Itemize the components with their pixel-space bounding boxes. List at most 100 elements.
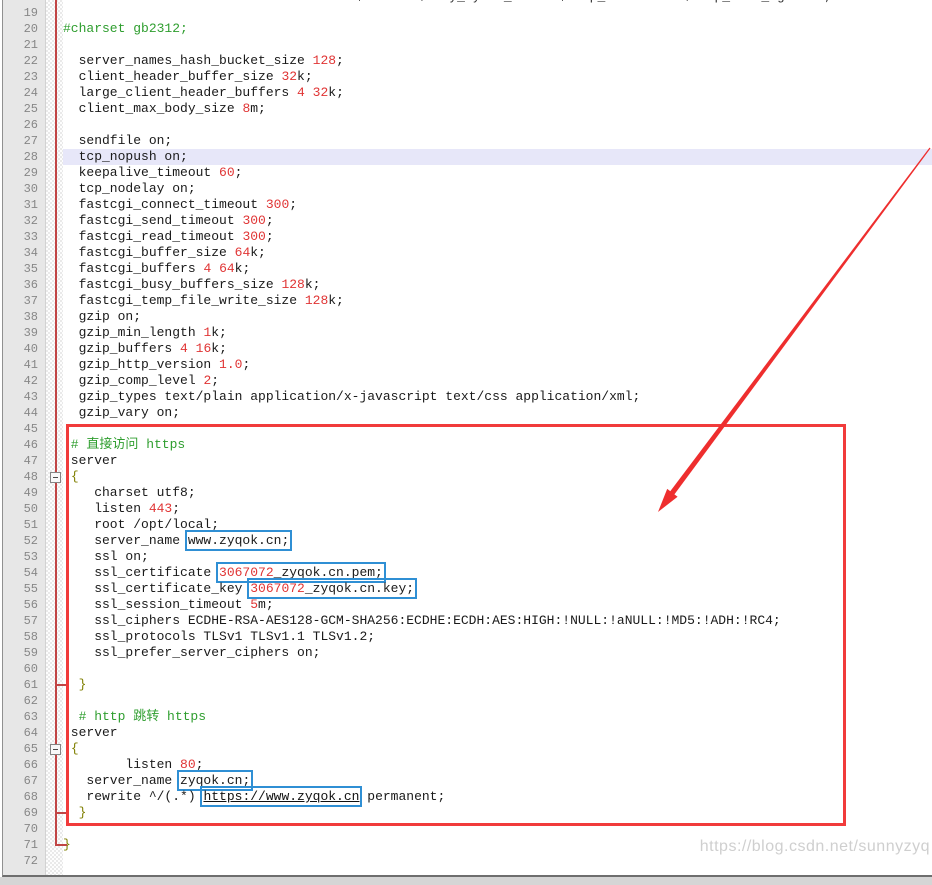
code-line[interactable]: gzip_vary on; — [63, 405, 932, 421]
code-line[interactable]: server_names_hash_bucket_size 128; — [63, 53, 932, 69]
code-row: 56 ssl_session_timeout 5m; — [3, 597, 932, 613]
code-line[interactable] — [63, 821, 932, 837]
line-number: 23 — [3, 69, 46, 85]
line-number: 56 — [3, 597, 46, 613]
annotation-highlight-box: https://www.zyqok.cn — [203, 789, 359, 804]
code-row: 49 charset utf8; — [3, 485, 932, 501]
line-number: 35 — [3, 261, 46, 277]
code-line[interactable]: fastcgi_send_timeout 300; — [63, 213, 932, 229]
line-number: 24 — [3, 85, 46, 101]
line-number: 46 — [3, 437, 46, 453]
code-line[interactable]: server_name www.zyqok.cn; — [63, 533, 932, 549]
code-line[interactable]: gzip_http_version 1.0; — [63, 357, 932, 373]
code-row: 53 ssl on; — [3, 549, 932, 565]
code-line[interactable]: keepalive_timeout 60; — [63, 165, 932, 181]
code-row: 69 } — [3, 805, 932, 821]
code-line[interactable] — [63, 117, 932, 133]
line-number: 65 — [3, 741, 46, 757]
code-line[interactable]: ssl_ciphers ECDHE-RSA-AES128-GCM-SHA256:… — [63, 613, 932, 629]
code-row: 33 fastcgi_read_timeout 300; — [3, 229, 932, 245]
line-number: 71 — [3, 837, 46, 853]
code-line[interactable]: gzip_comp_level 2; — [63, 373, 932, 389]
code-line[interactable]: { — [63, 741, 932, 757]
code-line[interactable]: server — [63, 453, 932, 469]
code-line[interactable]: fastcgi_connect_timeout 300; — [63, 197, 932, 213]
code-row: 22 server_names_hash_bucket_size 128; — [3, 53, 932, 69]
code-line[interactable] — [63, 661, 932, 677]
line-number: 50 — [3, 501, 46, 517]
code-line[interactable]: client_max_body_size 8m; — [63, 101, 932, 117]
code-line[interactable]: server_name zyqok.cn; — [63, 773, 932, 789]
code-line[interactable]: listen 443; — [63, 501, 932, 517]
fold-collapse-box[interactable] — [50, 472, 61, 483]
code-row: 29 keepalive_timeout 60; — [3, 165, 932, 181]
watermark: https://blog.csdn.net/sunnyzyq — [700, 838, 930, 856]
code-line[interactable]: fastcgi_read_timeout 300; — [63, 229, 932, 245]
fold-collapse-box[interactable] — [50, 744, 61, 755]
code-line[interactable]: ssl_certificate 3067072_zyqok.cn.pem; — [63, 565, 932, 581]
code-line[interactable]: charset utf8; — [63, 485, 932, 501]
code-line[interactable]: client_header_buffer_size 32k; — [63, 69, 932, 85]
code-row: 42 gzip_comp_level 2; — [3, 373, 932, 389]
code-line[interactable]: { — [63, 469, 932, 485]
code-line[interactable]: tcp_nopush on; — [63, 149, 932, 165]
code-row: 36 fastcgi_busy_buffers_size 128k; — [3, 277, 932, 293]
code-line[interactable]: gzip_min_length 1k; — [63, 325, 932, 341]
code-row: 65 { — [3, 741, 932, 757]
line-number: 33 — [3, 229, 46, 245]
line-number: 27 — [3, 133, 46, 149]
code-row: 60 — [3, 661, 932, 677]
line-number: 39 — [3, 325, 46, 341]
code-line[interactable]: rewrite ^/(.*) https://www.zyqok.cn perm… — [63, 789, 932, 805]
code-row: 59 ssl_prefer_server_ciphers on; — [3, 645, 932, 661]
code-row: 51 root /opt/local; — [3, 517, 932, 533]
line-number: 22 — [3, 53, 46, 69]
code-row: 54 ssl_certificate 3067072_zyqok.cn.pem; — [3, 565, 932, 581]
code-line[interactable]: fastcgi_temp_file_write_size 128k; — [63, 293, 932, 309]
code-line[interactable]: gzip_buffers 4 16k; — [63, 341, 932, 357]
line-number: 48 — [3, 469, 46, 485]
code-row: 68 rewrite ^/(.*) https://www.zyqok.cn p… — [3, 789, 932, 805]
line-number: 26 — [3, 117, 46, 133]
code-line[interactable]: } — [63, 677, 932, 693]
code-line[interactable]: ssl on; — [63, 549, 932, 565]
fold-corner — [55, 844, 67, 846]
code-line[interactable]: fastcgi_buffers 4 64k; — [63, 261, 932, 277]
code-line[interactable] — [63, 693, 932, 709]
line-number: 47 — [3, 453, 46, 469]
code-line[interactable]: fastcgi_buffer_size 64k; — [63, 245, 932, 261]
code-row: 39 gzip_min_length 1k; — [3, 325, 932, 341]
code-line[interactable]: root /opt/local; — [63, 517, 932, 533]
code-line[interactable]: ssl_prefer_server_ciphers on; — [63, 645, 932, 661]
code-line[interactable]: listen 80; — [63, 757, 932, 773]
code-row: 61 } — [3, 677, 932, 693]
code-line[interactable]: sendfile on; — [63, 133, 932, 149]
code-row: 37 fastcgi_temp_file_write_size 128k; — [3, 293, 932, 309]
fold-end-tick — [57, 684, 67, 686]
code-line[interactable]: ssl_certificate_key 3067072_zyqok.cn.key… — [63, 581, 932, 597]
line-number: 61 — [3, 677, 46, 693]
code-line[interactable]: server — [63, 725, 932, 741]
code-line[interactable]: ssl_protocols TLSv1 TLSv1.1 TLSv1.2; — [63, 629, 932, 645]
code-line[interactable]: gzip_types text/plain application/x-java… — [63, 389, 932, 405]
code-line[interactable]: # 直接访问 https — [63, 437, 932, 453]
line-number: 70 — [3, 821, 46, 837]
code-line[interactable]: # http 跳转 https — [63, 709, 932, 725]
code-line[interactable] — [63, 37, 932, 53]
code-line[interactable]: } — [63, 805, 932, 821]
code-line[interactable]: large_client_header_buffers 4 32k; — [63, 85, 932, 101]
code-row: 23 client_header_buffer_size 32k; — [3, 69, 932, 85]
code-line[interactable] — [63, 421, 932, 437]
line-number: 66 — [3, 757, 46, 773]
code-row: 52 server_name www.zyqok.cn; — [3, 533, 932, 549]
code-line[interactable] — [63, 5, 932, 21]
code-line[interactable]: fastcgi_busy_buffers_size 128k; — [63, 277, 932, 293]
code-line[interactable]: #charset gb2312; — [63, 21, 932, 37]
code-line[interactable]: tcp_nodelay on; — [63, 181, 932, 197]
code-line[interactable]: ssl_session_timeout 5m; — [63, 597, 932, 613]
line-number: 53 — [3, 549, 46, 565]
code-editor[interactable]: '$status $body_bytes_sent "$http_referer… — [2, 0, 932, 877]
code-row: 32 fastcgi_send_timeout 300; — [3, 213, 932, 229]
annotation-highlight-box: zyqok.cn; — [180, 773, 250, 788]
code-line[interactable]: gzip on; — [63, 309, 932, 325]
